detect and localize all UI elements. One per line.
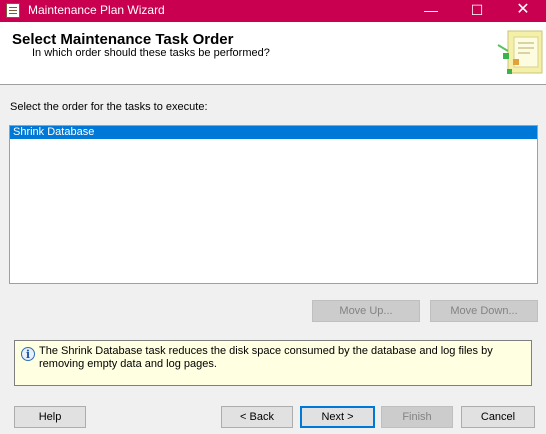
maximize-button[interactable]: ☐ <box>454 0 500 22</box>
task-description-box: i The Shrink Database task reduces the d… <box>14 340 532 386</box>
task-description-text: The Shrink Database task reduces the dis… <box>39 345 493 370</box>
window-title: Maintenance Plan Wizard <box>28 3 165 17</box>
back-button[interactable]: < Back <box>221 406 293 428</box>
close-button[interactable]: ✕ <box>500 0 546 22</box>
next-button[interactable]: Next > <box>300 406 375 428</box>
task-order-list[interactable]: Shrink Database <box>9 125 538 284</box>
wizard-header: Select Maintenance Task Order In which o… <box>0 22 546 85</box>
move-up-button[interactable]: Move Up... <box>312 300 420 322</box>
list-item[interactable]: Shrink Database <box>10 126 537 139</box>
help-button[interactable]: Help <box>14 406 86 428</box>
page-title: Select Maintenance Task Order <box>12 31 234 48</box>
minimize-button[interactable]: — <box>408 0 454 22</box>
finish-button[interactable]: Finish <box>381 406 453 428</box>
cancel-button[interactable]: Cancel <box>461 406 535 428</box>
task-order-label: Select the order for the tasks to execut… <box>10 101 208 113</box>
info-icon: i <box>21 347 35 361</box>
move-down-button[interactable]: Move Down... <box>430 300 538 322</box>
wizard-banner-icon <box>497 30 543 74</box>
title-bar[interactable]: Maintenance Plan Wizard — ☐ ✕ <box>0 0 546 22</box>
page-subtitle: In which order should these tasks be per… <box>32 47 270 59</box>
app-icon <box>6 3 20 18</box>
